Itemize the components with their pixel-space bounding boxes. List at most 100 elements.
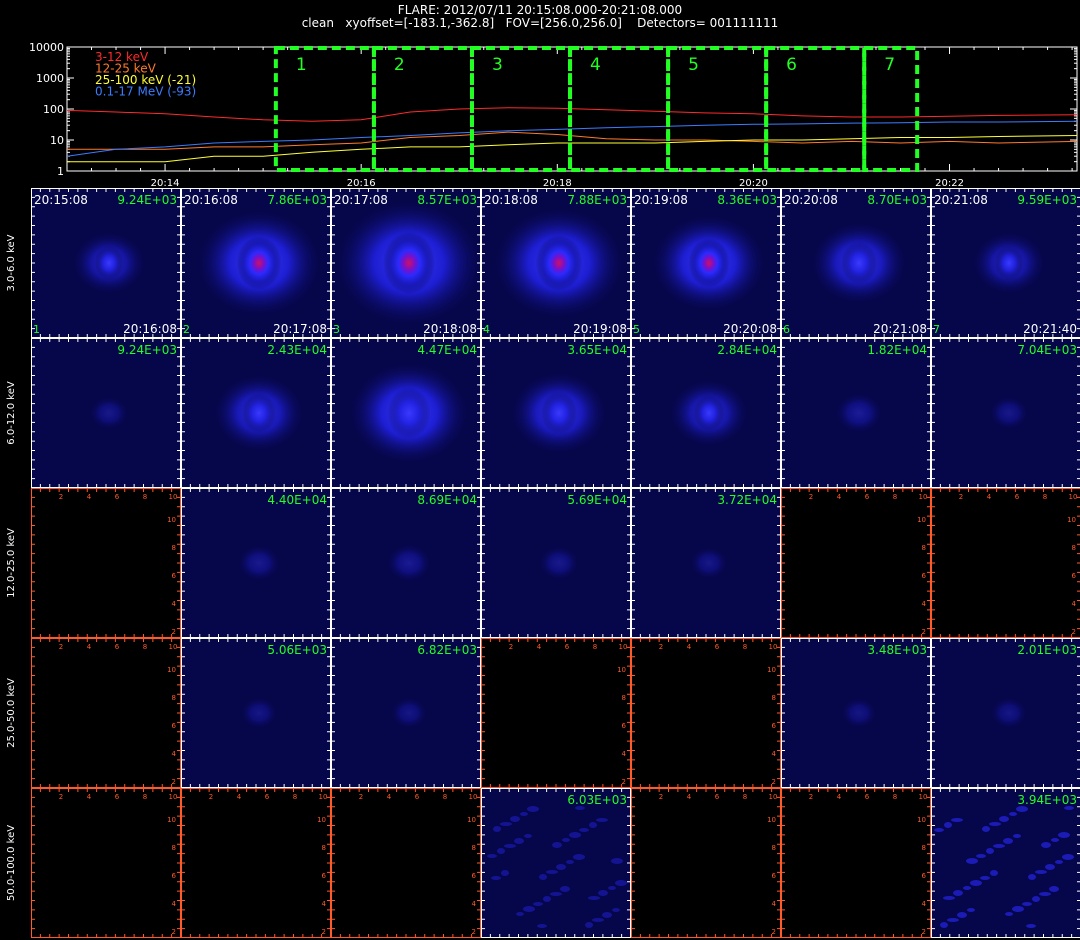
blank-axis-label: 4: [172, 600, 177, 608]
noise-speck: [556, 864, 566, 870]
interval-index-label: 2: [183, 323, 190, 336]
noise-speck: [588, 896, 600, 900]
blank-axis-label: 6: [172, 572, 177, 580]
peak-value-label: 7.86E+03: [267, 193, 327, 207]
noise-speck: [1035, 870, 1047, 874]
blank-axis-label: 8: [743, 643, 747, 651]
interval-index-label: 4: [483, 323, 490, 336]
peak-value-label: 2.84E+04: [717, 343, 777, 357]
blank-axis-label: 10: [319, 793, 328, 801]
noise-speck: [993, 844, 1005, 848]
row-label: 12.0-25.0 keV: [6, 528, 17, 598]
peak-value-label: 4.47E+04: [417, 343, 477, 357]
source-halo: [389, 696, 429, 730]
blank-axis-label: 6: [922, 572, 927, 580]
blank-axis-label: 2: [622, 778, 626, 786]
source-core: [535, 235, 583, 291]
noise-speck: [527, 806, 539, 812]
noise-speck: [1041, 842, 1051, 848]
noise-speck: [1051, 838, 1059, 842]
noise-speck: [497, 848, 505, 854]
interval-index-label: 7: [933, 323, 940, 336]
blank-axis-label: 2: [509, 643, 513, 651]
panel-3-6: [781, 488, 931, 638]
noise-speck: [539, 874, 547, 880]
blank-axis-label: 10: [167, 516, 176, 524]
noise-speck: [970, 880, 982, 886]
noise-speck: [560, 886, 570, 892]
noise-speck: [566, 860, 574, 864]
blank-axis-label: 8: [593, 643, 597, 651]
peak-value-label: 3.65E+04: [567, 343, 627, 357]
blank-axis-label: 10: [917, 816, 926, 824]
blank-axis-label: 6: [1072, 572, 1077, 580]
peak-value-label: 3.72E+04: [717, 493, 777, 507]
panel-4-1: [31, 638, 181, 788]
blank-axis-label: 6: [265, 793, 270, 801]
source-core: [242, 392, 276, 434]
blank-axis-label: 8: [293, 793, 297, 801]
rhessi-summary-page: FLARE: 2012/07/11 20:15:08.000-20:21:08.…: [0, 0, 1080, 940]
blank-axis-label: 8: [172, 544, 176, 552]
blank-axis-label: 6: [715, 793, 720, 801]
blank-axis-label: 2: [472, 928, 476, 936]
blank-axis-label: 4: [87, 793, 92, 801]
noise-speck: [1058, 832, 1070, 838]
peak-value-label: 9.24E+03: [117, 343, 177, 357]
blank-axis-label: 2: [659, 793, 663, 801]
blank-axis-label: 2: [1072, 628, 1076, 636]
noise-speck: [533, 902, 543, 906]
start-time-label: 20:20:08: [784, 193, 838, 207]
blank-axis-label: 6: [115, 793, 120, 801]
blank-axis-label: 4: [837, 493, 842, 501]
source-halo: [988, 395, 1030, 431]
end-time-label: 20:17:08: [273, 322, 327, 336]
peak-value-label: 1.82E+04: [867, 343, 927, 357]
peak-value-label: 6.82E+03: [417, 643, 477, 657]
noise-speck: [589, 822, 597, 828]
panel-3-1: [31, 488, 181, 638]
blank-axis-label: 4: [922, 900, 927, 908]
noise-speck: [585, 922, 593, 928]
start-time-label: 20:15:08: [34, 193, 88, 207]
noise-speck: [989, 822, 1001, 826]
blank-axis-label: 10: [767, 816, 776, 824]
blank-axis-label: 6: [715, 643, 720, 651]
blank-axis-label: 4: [322, 900, 327, 908]
source-halo: [88, 395, 130, 431]
blank-axis-label: 4: [387, 793, 392, 801]
noise-speck: [523, 906, 535, 912]
noise-speck: [966, 858, 978, 864]
interval-index-label: 3: [333, 323, 340, 336]
blank-axis-label: 8: [172, 844, 176, 852]
blank-axis-label: 6: [922, 872, 927, 880]
blank-axis-label: 10: [919, 493, 928, 501]
blank-axis-label: 10: [767, 666, 776, 674]
blank-axis-label: 4: [922, 600, 927, 608]
source-core: [541, 391, 577, 435]
peak-value-label: 4.40E+04: [267, 493, 327, 507]
source-halo: [385, 542, 433, 584]
noise-speck: [1039, 892, 1051, 896]
blank-axis-label: 4: [987, 493, 992, 501]
noise-speck: [940, 922, 948, 928]
blank-axis-label: 10: [467, 816, 476, 824]
peak-value-label: 9.24E+03: [117, 193, 177, 207]
blank-axis-label: 6: [772, 872, 777, 880]
blank-axis-label: 2: [172, 778, 176, 786]
blank-axis-label: 10: [917, 516, 926, 524]
blank-axis-label: 2: [59, 793, 63, 801]
source-core: [94, 245, 124, 281]
noise-speck: [520, 812, 528, 816]
blank-axis-label: 4: [687, 643, 692, 651]
noise-speck: [611, 858, 623, 864]
blank-axis-label: 8: [443, 793, 447, 801]
noise-speck: [612, 908, 620, 912]
noise-speck: [1009, 812, 1017, 816]
blank-axis-label: 8: [322, 844, 326, 852]
blank-axis-label: 6: [115, 493, 120, 501]
blank-axis-label: 6: [565, 643, 570, 651]
blank-axis-label: 8: [1043, 493, 1047, 501]
blank-axis-label: 4: [772, 750, 777, 758]
blank-axis-label: 8: [743, 793, 747, 801]
